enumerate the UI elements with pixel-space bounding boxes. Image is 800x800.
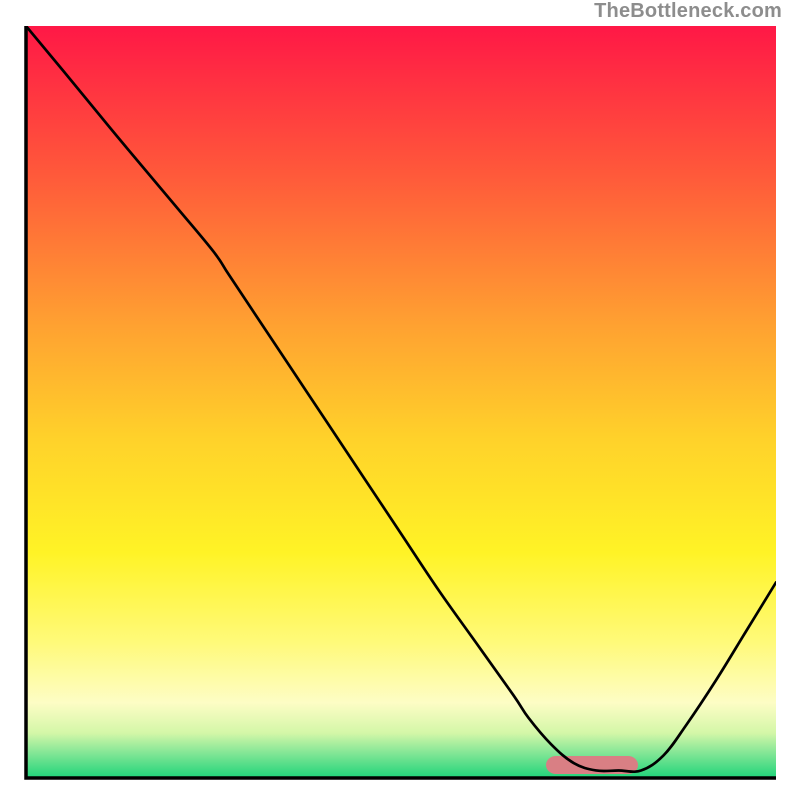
watermark-text: TheBottleneck.com (594, 0, 782, 23)
gradient-backdrop (26, 26, 776, 778)
bottleneck-plot (0, 0, 800, 800)
chart-stage: TheBottleneck.com (0, 0, 800, 800)
